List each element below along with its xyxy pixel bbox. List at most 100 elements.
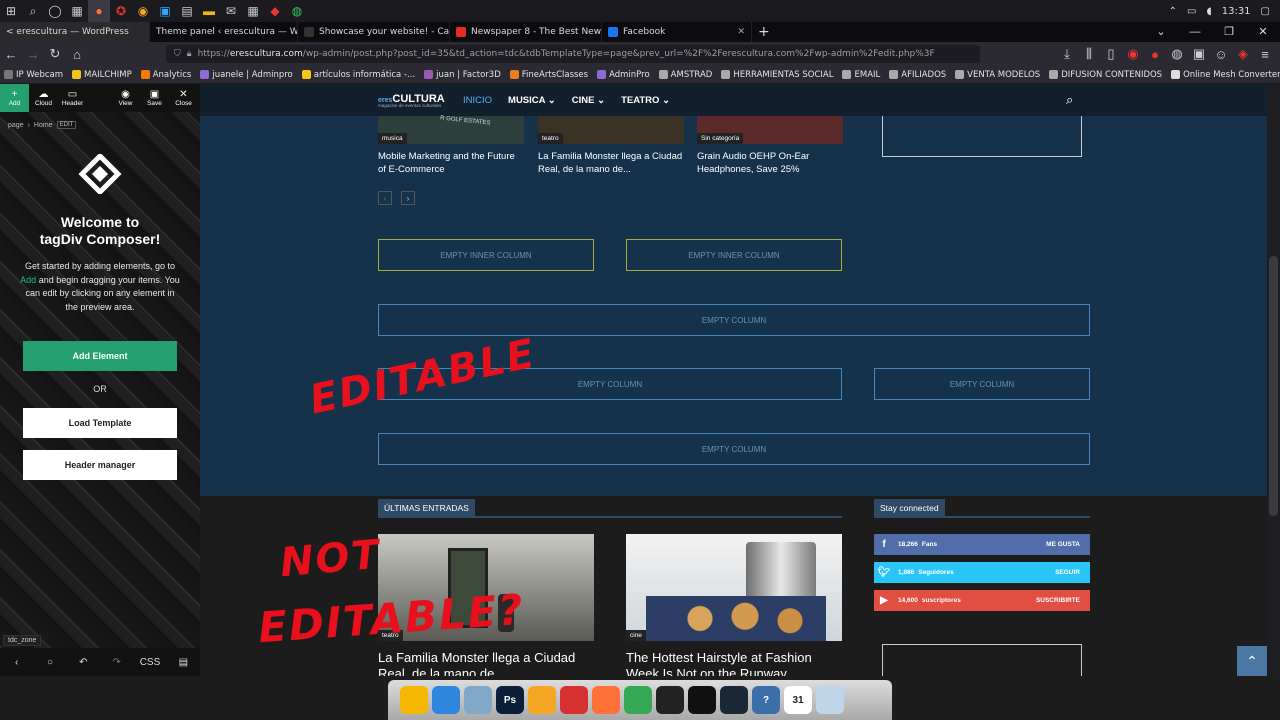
social-action[interactable]: SUSCRIBIRTE: [1036, 597, 1080, 604]
bookmark-item[interactable]: MAILCHIMP: [72, 70, 132, 80]
bookmark-item[interactable]: artículos informática -...: [301, 70, 415, 80]
bookmark-item[interactable]: EMAIL: [842, 70, 880, 80]
reload-icon[interactable]: ↻: [44, 42, 66, 66]
next-page-button[interactable]: ›: [401, 191, 415, 205]
site-logo[interactable]: eresCULTURA magazine de eventos cultural…: [378, 93, 445, 108]
tab-list-icon[interactable]: ⌄: [1144, 22, 1178, 42]
calendar-icon[interactable]: 31: [784, 686, 812, 714]
widget-placeholder[interactable]: [882, 116, 1082, 157]
restore-icon[interactable]: ❐: [1212, 22, 1246, 42]
folder-icon[interactable]: ▬: [198, 0, 220, 22]
breadcrumb-page[interactable]: page: [8, 122, 24, 129]
load-template-button[interactable]: Load Template: [23, 408, 177, 438]
windows-start-icon[interactable]: ⊞: [0, 0, 22, 22]
news-card[interactable]: Sin categoría Grain Audio OEHP On-Ear He…: [697, 116, 843, 176]
news-card[interactable]: R GOLF ESTATES musica Mobile Marketing a…: [378, 115, 524, 176]
news-thumbnail[interactable]: Sin categoría: [697, 116, 843, 144]
bookmark-item[interactable]: VENTA MODELOS: [955, 70, 1040, 80]
post-card[interactable]: cine The Hottest Hairstyle at Fashion We…: [626, 534, 842, 676]
chevron-left-icon[interactable]: ‹: [0, 657, 33, 668]
facebook-counter[interactable]: f 18,266 Fans ME GUSTA: [874, 534, 1090, 555]
post-image[interactable]: cine: [626, 534, 842, 641]
redo-icon[interactable]: ↷: [100, 657, 133, 668]
notifications-icon[interactable]: ▢: [1261, 6, 1270, 17]
prev-page-button[interactable]: ‹: [378, 191, 392, 205]
header-button[interactable]: ▭ Header: [58, 84, 87, 112]
firefox-icon[interactable]: [592, 686, 620, 714]
twitter-counter[interactable]: 🐦︎ 1,886 Seguidores SEGUIR: [874, 562, 1090, 583]
empty-column[interactable]: EMPTY COLUMN: [378, 433, 1090, 465]
app-icon[interactable]: ◉: [132, 0, 154, 22]
menu-icon[interactable]: ≡: [1254, 42, 1276, 66]
view-button[interactable]: ◉ View: [111, 84, 140, 112]
bookmark-item[interactable]: HERRAMIENTAS SOCIAL: [721, 70, 833, 80]
youtube-counter[interactable]: ▶ 14,600 suscriptores SUSCRIBIRTE: [874, 590, 1090, 611]
files-icon[interactable]: [400, 686, 428, 714]
cloud-button[interactable]: ☁ Cloud: [29, 84, 58, 112]
chrome-icon[interactable]: [624, 686, 652, 714]
news-title[interactable]: Mobile Marketing and the Future of E-Com…: [378, 150, 524, 176]
search-icon[interactable]: ⌕: [1066, 92, 1073, 108]
store-icon[interactable]: ▤: [176, 0, 198, 22]
empty-column[interactable]: EMPTY COLUMN: [874, 368, 1090, 400]
category-badge[interactable]: cine: [626, 630, 646, 641]
layers-icon[interactable]: ▤: [167, 657, 200, 668]
tab-showcase[interactable]: Showcase your website! - Call f✕: [298, 22, 450, 42]
close-icon[interactable]: ✕: [731, 27, 745, 37]
help-icon[interactable]: ?: [752, 686, 780, 714]
bookmark-item[interactable]: Online Mesh Converter: [1171, 70, 1280, 80]
add-button[interactable]: + Add: [0, 84, 29, 112]
network-icon[interactable]: ▭: [1187, 6, 1196, 17]
bookmark-item[interactable]: Analytics: [140, 70, 191, 80]
tab-facebook[interactable]: Facebook ✕: [602, 22, 752, 42]
app-icon[interactable]: ◆: [264, 0, 286, 22]
recycle-bin-icon[interactable]: [816, 686, 844, 714]
scrollbar[interactable]: [1267, 84, 1280, 676]
tab-theme-panel[interactable]: Theme panel ‹ erescultura — Word✕: [150, 22, 298, 42]
norton-icon[interactable]: [528, 686, 556, 714]
css-button[interactable]: CSS: [133, 657, 166, 668]
bookmark-item[interactable]: juanele | Adminpro: [200, 70, 293, 80]
widget-placeholder[interactable]: [882, 644, 1082, 676]
app-icon[interactable]: ✪: [110, 0, 132, 22]
task-view-icon[interactable]: ▦: [66, 0, 88, 22]
extension-icon[interactable]: ◈: [1232, 42, 1254, 66]
back-to-top-button[interactable]: ⌃: [1237, 646, 1267, 676]
new-tab-button[interactable]: +: [752, 22, 778, 42]
extension-icon[interactable]: ●: [1144, 42, 1166, 66]
category-badge[interactable]: musica: [378, 133, 407, 144]
unity-icon[interactable]: [688, 686, 716, 714]
library-icon[interactable]: ⫼: [1078, 42, 1100, 66]
category-badge[interactable]: Sin categoría: [697, 133, 744, 144]
firefox-taskbar-icon[interactable]: ●: [88, 0, 110, 22]
chevron-up-icon[interactable]: ⌃: [1169, 6, 1177, 17]
undo-icon[interactable]: ↶: [67, 657, 100, 668]
bookmark-item[interactable]: juan | Factor3D: [424, 70, 501, 80]
bookmark-item[interactable]: FineArtsClasses: [509, 70, 588, 80]
extension-icon[interactable]: ◉: [1122, 42, 1144, 66]
bookmark-item[interactable]: AdminPro: [597, 70, 650, 80]
news-thumbnail[interactable]: teatro: [538, 116, 684, 144]
empty-column[interactable]: EMPTY COLUMN: [378, 304, 1090, 336]
add-link[interactable]: Add: [20, 275, 36, 285]
bookmark-item[interactable]: DIFUSION CONTENIDOS: [1049, 70, 1162, 80]
social-action[interactable]: ME GUSTA: [1046, 541, 1080, 548]
volume-icon[interactable]: ◖: [1206, 6, 1211, 17]
tab-newspaper[interactable]: Newspaper 8 - The Best News W✕: [450, 22, 602, 42]
calculator-icon[interactable]: ▦: [242, 0, 264, 22]
downloads-icon[interactable]: [432, 686, 460, 714]
archive-icon[interactable]: [464, 686, 492, 714]
editable-section[interactable]: R GOLF ESTATES musica Mobile Marketing a…: [200, 115, 1280, 496]
extension-icon[interactable]: ▣: [1188, 42, 1210, 66]
home-icon[interactable]: ⌂: [66, 42, 88, 66]
scrollbar-thumb[interactable]: [1269, 256, 1278, 516]
tab-wordpress[interactable]: < erescultura — WordPress: [0, 22, 150, 42]
shield-icon[interactable]: ⛉: [174, 49, 181, 59]
bookmark-item[interactable]: IP Webcam: [4, 70, 63, 80]
bookmark-item[interactable]: AFILIADOS: [889, 70, 946, 80]
save-button[interactable]: ▣ Save: [140, 84, 169, 112]
minimize-icon[interactable]: —: [1178, 22, 1212, 42]
sidebar-icon[interactable]: ▯: [1100, 42, 1122, 66]
breadcrumb-edit[interactable]: EDIT: [56, 121, 77, 129]
news-title[interactable]: La Familia Monster llega a Ciudad Real, …: [538, 150, 684, 176]
